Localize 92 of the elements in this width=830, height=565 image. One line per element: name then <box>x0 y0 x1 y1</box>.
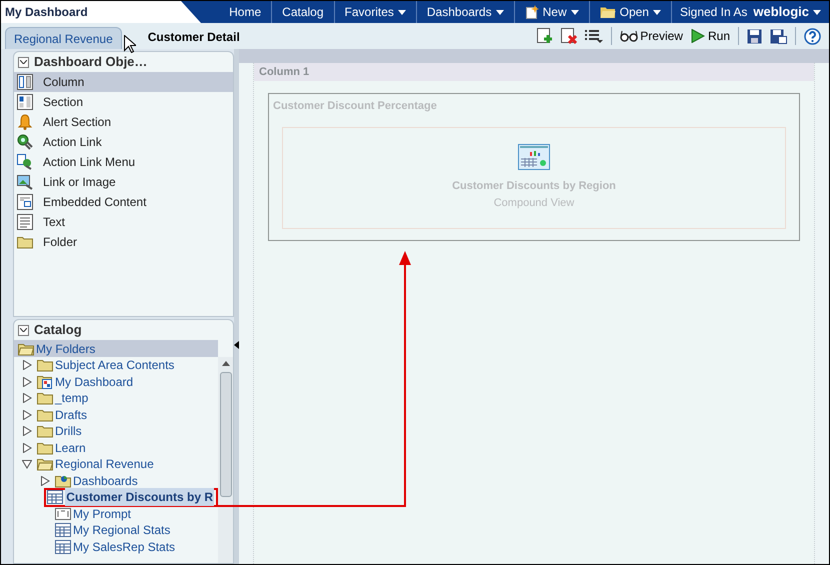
object-item[interactable]: Folder <box>14 232 233 252</box>
caret-icon <box>496 10 504 14</box>
folder-icon <box>37 408 53 422</box>
scrollbar[interactable] <box>218 357 233 563</box>
object-item[interactable]: Action Link <box>14 132 233 152</box>
tree-root[interactable]: My Folders <box>14 340 218 357</box>
tree-item[interactable]: Drafts <box>37 406 88 424</box>
object-item[interactable]: Link or Image <box>14 172 233 192</box>
nav-link[interactable]: Favorites <box>344 3 406 21</box>
dashboard-tab[interactable]: Regional Revenue <box>5 27 122 49</box>
nav-link[interactable]: Home <box>229 3 262 21</box>
expand-icon[interactable] <box>22 393 32 404</box>
dashboard-tab[interactable]: Customer Detail <box>144 25 244 49</box>
expand-icon[interactable] <box>22 426 32 436</box>
toggle-button[interactable] <box>18 56 29 68</box>
tree-item[interactable]: My SalesRep Stats <box>55 538 176 556</box>
folder-icon <box>17 235 33 249</box>
open-folder-icon <box>18 342 34 356</box>
column-icon <box>17 74 33 90</box>
expand-icon[interactable] <box>22 376 32 387</box>
tree-item[interactable]: Learn <box>37 438 86 457</box>
expand-icon[interactable] <box>40 476 50 486</box>
tree-item[interactable]: My Dashboard <box>37 372 134 391</box>
glasses-icon <box>620 30 638 42</box>
add-icon[interactable] <box>537 28 554 44</box>
help-icon[interactable] <box>804 28 821 44</box>
embedded-content-icon <box>17 194 33 210</box>
view-title: Customer Discounts by Region <box>452 179 616 194</box>
caret-icon <box>652 10 661 14</box>
gear-chain-icon <box>17 134 33 150</box>
tree-item[interactable]: My Prompt <box>55 504 132 523</box>
caret-icon <box>570 10 579 14</box>
nav-link[interactable]: Open <box>600 3 661 21</box>
expand-icon[interactable] <box>22 442 32 453</box>
prompt-icon <box>55 506 71 521</box>
toggle-button[interactable] <box>18 324 29 336</box>
folder-icon <box>37 440 53 455</box>
caret-icon <box>813 10 821 14</box>
expand-icon[interactable] <box>22 360 32 370</box>
menu-chain-icon <box>17 154 33 170</box>
folder-icon <box>37 391 53 406</box>
mouse-pointer-icon <box>124 35 136 53</box>
play-icon <box>690 29 705 43</box>
delete-icon[interactable] <box>561 28 578 44</box>
dashboards-folder-icon <box>55 474 71 488</box>
bell-icon <box>17 114 33 130</box>
compound-view-icon <box>518 144 550 170</box>
tree-item[interactable]: Drills <box>37 422 82 440</box>
chevron-icon <box>20 60 27 64</box>
object-item[interactable]: Section <box>14 92 233 112</box>
open-folder-icon <box>37 457 53 472</box>
save-icon[interactable] <box>747 28 762 44</box>
table-view-icon <box>47 490 64 504</box>
nav-link[interactable]: New <box>524 3 579 21</box>
tree-item[interactable]: Regional Revenue <box>37 455 154 474</box>
nav-link[interactable]: Catalog <box>282 3 324 21</box>
view-subtitle: Compound View <box>494 196 574 210</box>
tree-item[interactable]: Customer Discounts by R <box>44 488 218 507</box>
signed-in-label: Signed In As <box>680 4 748 21</box>
object-item[interactable]: Action Link Menu <box>14 152 233 172</box>
scroll-up-icon[interactable] <box>222 361 230 366</box>
panel-title: Dashboard Obje… <box>34 53 148 72</box>
table-view-icon <box>55 540 71 554</box>
nav-link[interactable]: Dashboards <box>426 3 504 21</box>
chevron-icon <box>20 328 27 332</box>
new-document-icon <box>524 5 539 19</box>
panel-title: Catalog <box>34 321 82 340</box>
object-item[interactable]: Alert Section <box>14 112 233 132</box>
dashboard-title: My Dashboard <box>5 4 88 21</box>
save-as-icon[interactable] <box>770 28 787 44</box>
folder-icon <box>37 424 53 438</box>
text-document-icon <box>17 214 33 230</box>
tree-item[interactable]: Subject Area Contents <box>37 356 174 374</box>
object-item[interactable]: Text <box>14 212 233 232</box>
object-item[interactable]: Embedded Content <box>14 192 233 212</box>
preview-button[interactable]: Preview <box>620 27 683 45</box>
tree-item[interactable]: Dashboards <box>55 472 138 490</box>
object-item[interactable]: Column <box>14 72 233 92</box>
tree-item[interactable]: _temp <box>37 389 88 408</box>
table-view-icon <box>55 523 71 538</box>
section-title: Customer Discount Percentage <box>272 99 438 114</box>
expand-icon[interactable] <box>22 410 32 420</box>
image-link-icon <box>17 174 33 190</box>
collapse-icon[interactable] <box>22 459 32 470</box>
user-menu[interactable]: weblogic <box>753 2 821 22</box>
tree-item[interactable]: My Regional Stats <box>55 521 170 540</box>
open-folder-icon <box>600 6 616 18</box>
list-menu-icon[interactable] <box>585 29 604 43</box>
run-button[interactable]: Run <box>690 27 730 45</box>
dashboard-icon <box>37 374 53 389</box>
section-icon <box>17 94 33 110</box>
caret-icon <box>398 10 406 14</box>
